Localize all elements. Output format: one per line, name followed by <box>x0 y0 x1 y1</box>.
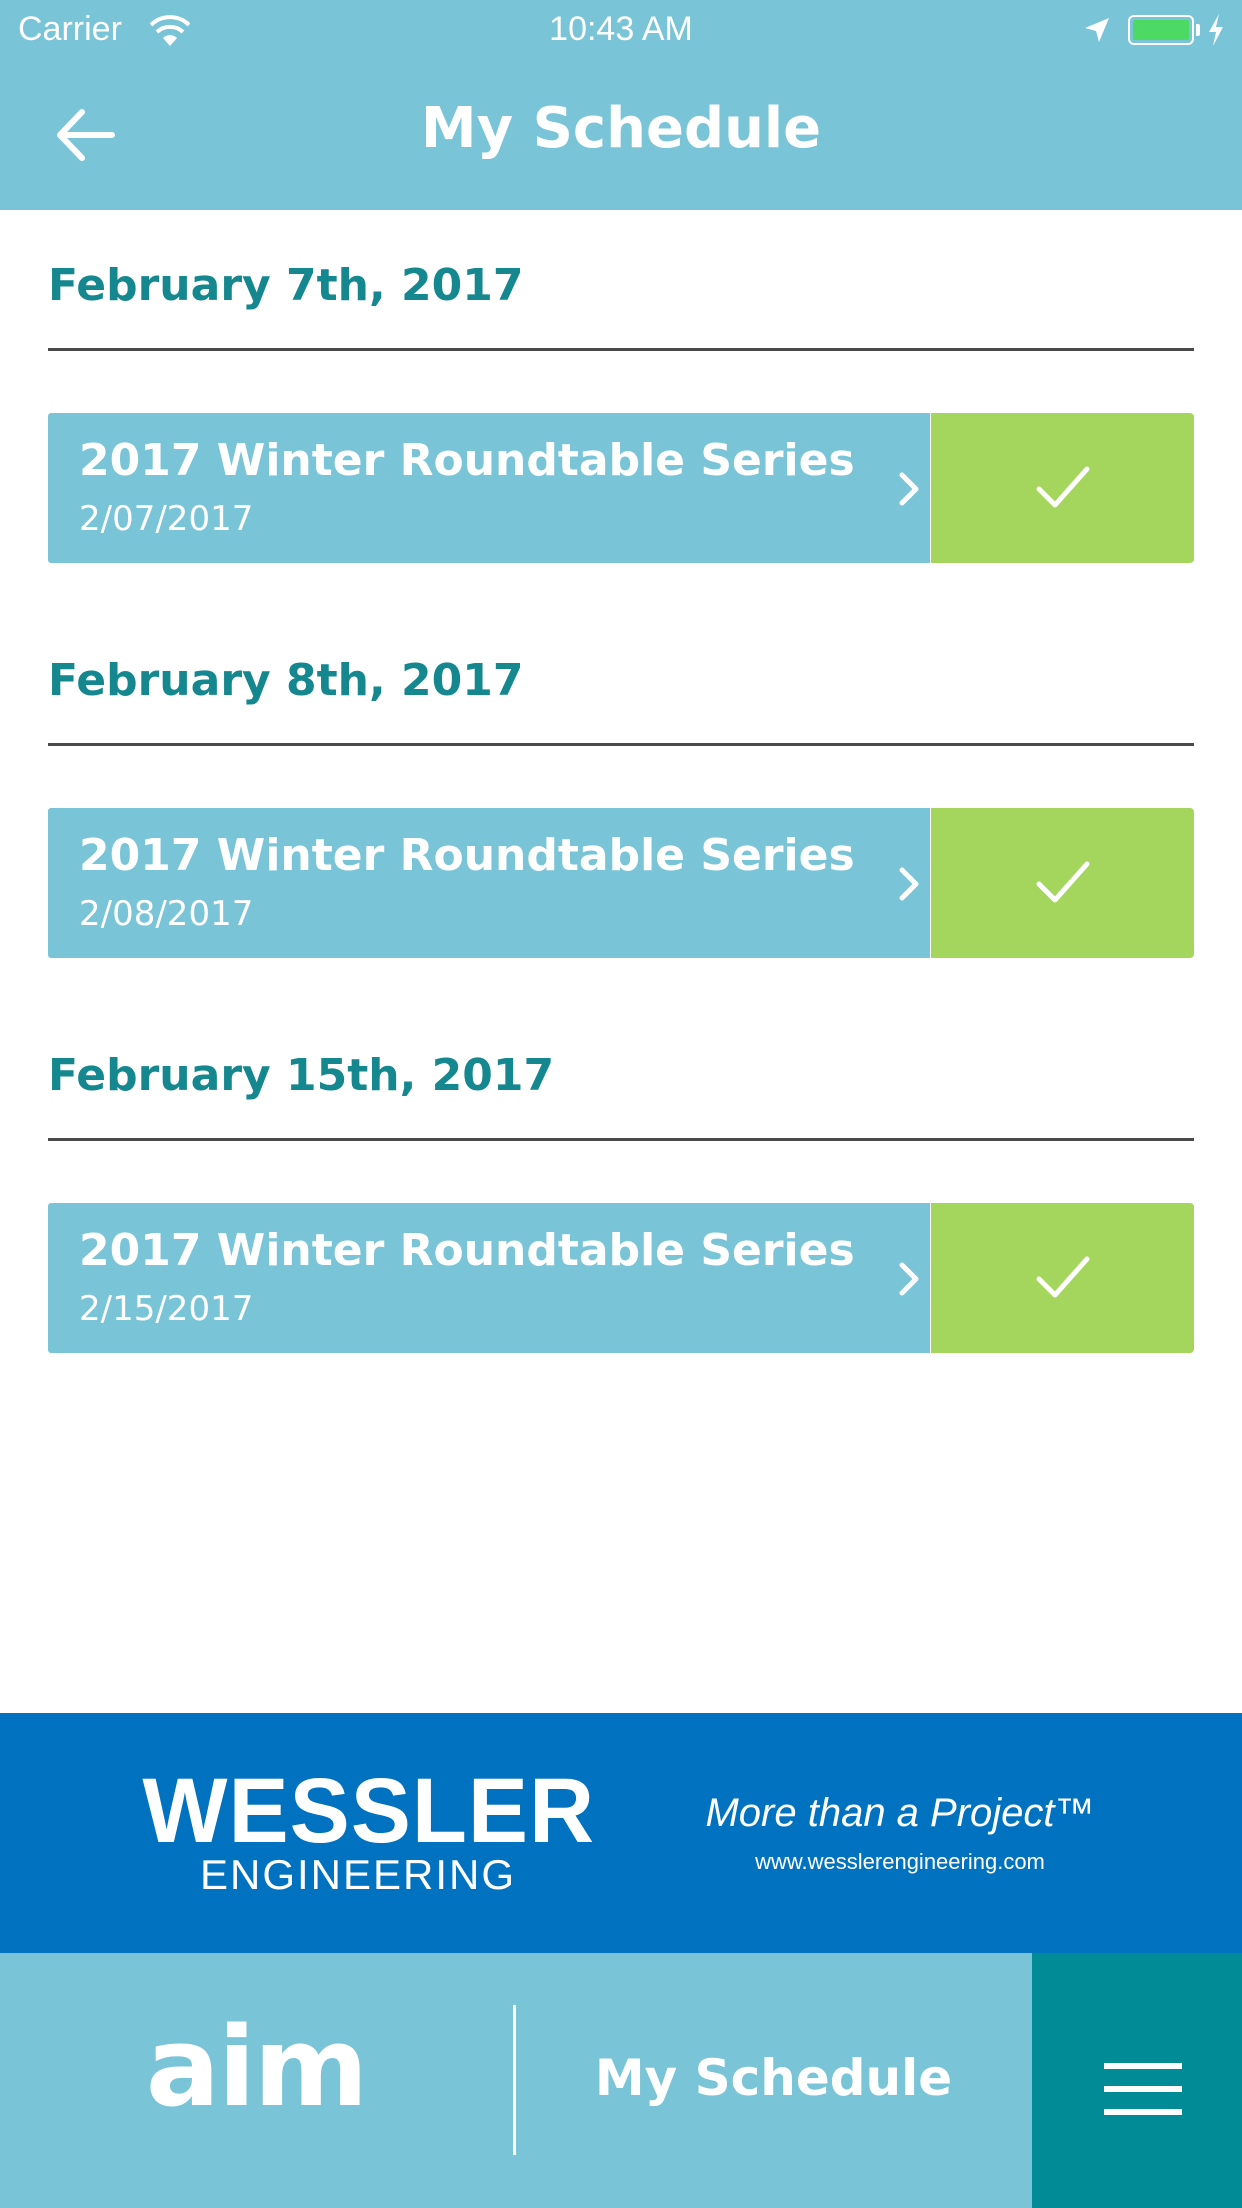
app-screen: Carrier 10:43 AM My Schedule February 7t… <box>0 0 1242 2208</box>
date-group: February 15th, 2017 2017 Winter Roundtab… <box>48 1000 1194 1395</box>
event-row: 2017 Winter Roundtable Series 2/07/2017 <box>48 413 1194 563</box>
location-arrow-icon <box>1085 18 1109 42</box>
battery-level <box>1133 20 1189 40</box>
divider <box>48 1138 1194 1141</box>
battery-icon <box>1128 15 1194 45</box>
sponsor-banner[interactable]: WESSLER ENGINEERING More than a Project™… <box>0 1713 1242 1953</box>
menu-button[interactable] <box>1032 1953 1242 2208</box>
status-bar: Carrier 10:43 AM <box>0 0 1242 62</box>
event-row: 2017 Winter Roundtable Series 2/08/2017 <box>48 808 1194 958</box>
event-row: 2017 Winter Roundtable Series 2/15/2017 <box>48 1203 1194 1353</box>
battery-tip <box>1196 24 1200 36</box>
event-card[interactable]: 2017 Winter Roundtable Series 2/15/2017 <box>48 1203 930 1353</box>
attending-check-button[interactable] <box>931 413 1194 563</box>
date-heading: February 8th, 2017 <box>48 655 524 706</box>
divider <box>48 348 1194 351</box>
charging-bolt-icon <box>1209 14 1223 46</box>
chevron-right-icon <box>899 472 919 506</box>
bottom-bar: aim My Schedule <box>0 1953 1242 2208</box>
chevron-right-icon <box>899 867 919 901</box>
chevron-right-icon <box>899 1262 919 1296</box>
event-date: 2/07/2017 <box>79 499 254 539</box>
event-date: 2/15/2017 <box>79 1289 254 1329</box>
date-heading: February 15th, 2017 <box>48 1050 555 1101</box>
page-title: My Schedule <box>420 96 822 161</box>
hamburger-menu-icon <box>1104 2063 1182 2115</box>
brand-logo-sub: ENGINEERING <box>199 1851 517 1898</box>
date-group: February 8th, 2017 2017 Winter Roundtabl… <box>48 605 1194 1000</box>
event-date: 2/08/2017 <box>79 894 254 934</box>
event-title: 2017 Winter Roundtable Series <box>79 830 855 881</box>
schedule-list: February 7th, 2017 2017 Winter Roundtabl… <box>48 210 1194 1395</box>
event-card[interactable]: 2017 Winter Roundtable Series 2/07/2017 <box>48 413 930 563</box>
event-card[interactable]: 2017 Winter Roundtable Series 2/08/2017 <box>48 808 930 958</box>
divider <box>48 743 1194 746</box>
header: My Schedule <box>0 62 1242 210</box>
checkmark-icon <box>1036 1256 1090 1298</box>
event-title: 2017 Winter Roundtable Series <box>79 1225 855 1276</box>
banner-tagline: More than a Project™ <box>705 1791 1095 1835</box>
attending-check-button[interactable] <box>931 1203 1194 1353</box>
top-bar: Carrier 10:43 AM My Schedule <box>0 0 1242 210</box>
event-title: 2017 Winter Roundtable Series <box>79 435 855 486</box>
checkmark-icon <box>1036 466 1090 508</box>
brand-logo-name: WESSLER <box>142 1760 596 1862</box>
current-section-label: My Schedule <box>594 2049 953 2107</box>
date-group: February 7th, 2017 2017 Winter Roundtabl… <box>48 210 1194 605</box>
banner-website: www.wesslerengineering.com <box>755 1849 1045 1874</box>
attending-check-button[interactable] <box>931 808 1194 958</box>
checkmark-icon <box>1036 861 1090 903</box>
status-time: 10:43 AM <box>549 10 693 48</box>
aim-logo[interactable]: aim <box>0 2003 512 2131</box>
date-heading: February 7th, 2017 <box>48 260 524 311</box>
